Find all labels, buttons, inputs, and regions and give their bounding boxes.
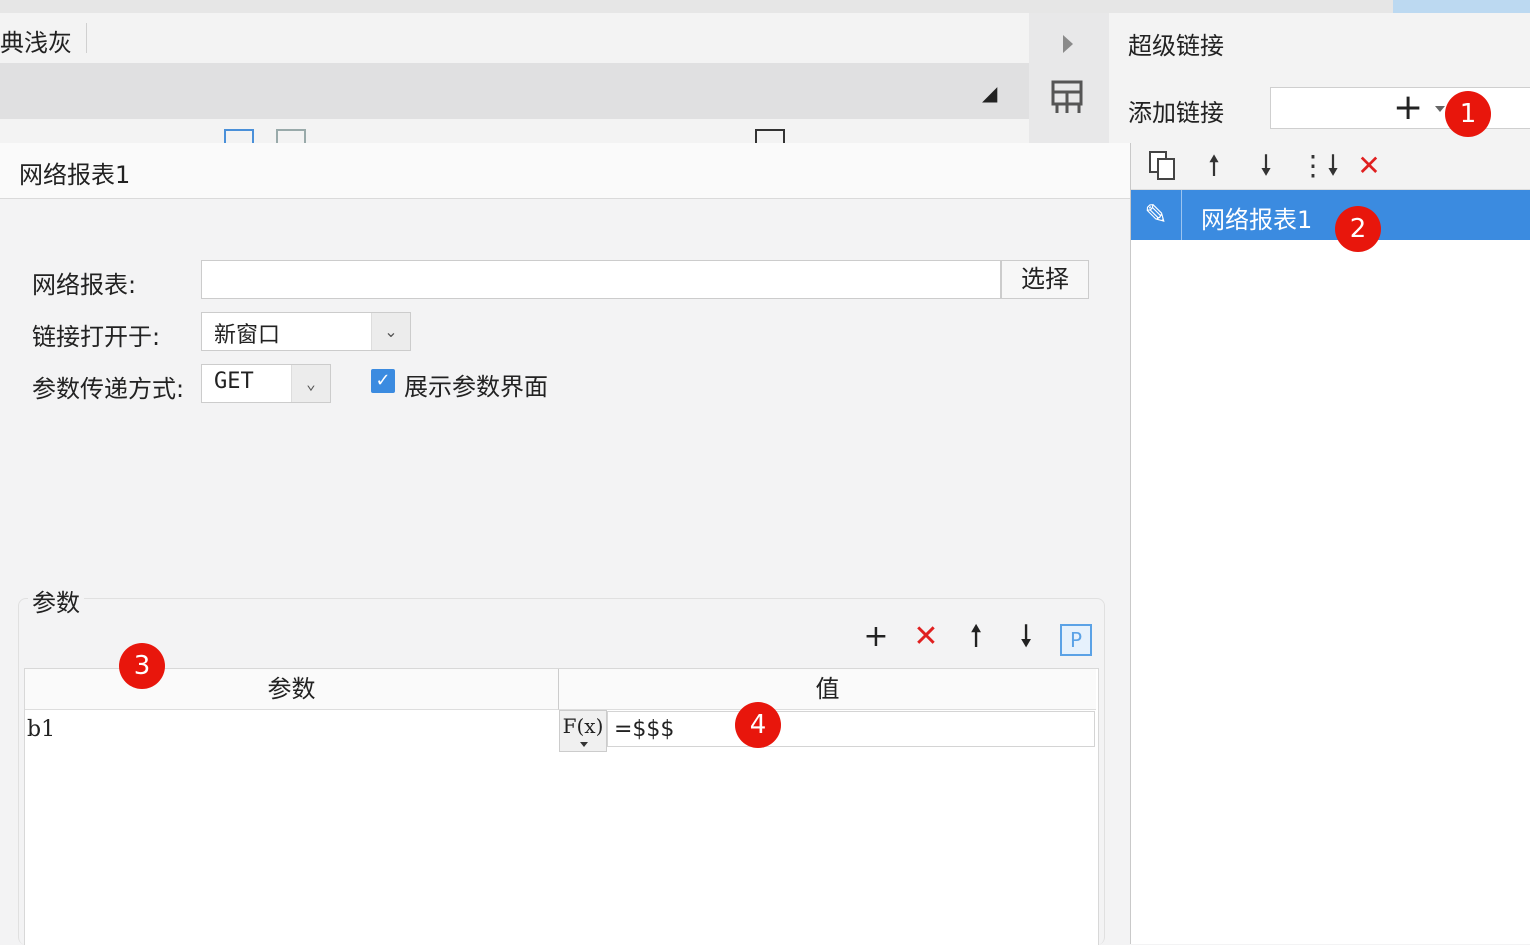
annotation-marker-2: 2 <box>1335 206 1381 252</box>
delete-icon[interactable]: ✕ <box>910 620 942 654</box>
table-icon[interactable] <box>224 129 254 143</box>
open-in-value: 新窗口 <box>214 323 281 348</box>
param-method-select[interactable]: GET ⌄ <box>201 364 331 403</box>
parameter-icon[interactable]: P <box>1060 624 1092 656</box>
open-in-select[interactable]: 新窗口 ⌄ <box>201 312 411 351</box>
param-method-value: GET <box>214 369 254 394</box>
expand-arrow-icon[interactable] <box>1063 35 1073 53</box>
toolbar-dropdown-icon[interactable]: ◢ <box>982 81 997 105</box>
annotation-marker-1: 1 <box>1445 91 1491 137</box>
divider <box>86 23 87 53</box>
select-button[interactable]: 选择 <box>1001 260 1089 299</box>
panel-title: 超级链接 <box>1128 32 1224 60</box>
params-group-title: 参数 <box>28 583 84 618</box>
link-list: 🠕 🠗 ⋮🠗 ✕ ✎ 网络报表1 <box>1130 143 1530 944</box>
frame-icon[interactable] <box>755 129 785 143</box>
show-params-checkbox[interactable]: ✓ <box>371 369 395 393</box>
window-control-area[interactable] <box>1393 0 1530 13</box>
format-toolbar <box>0 119 1029 143</box>
toolbar: ◢ <box>0 63 1029 119</box>
report-input[interactable] <box>201 260 1001 299</box>
link-list-item[interactable]: ✎ 网络报表1 <box>1131 190 1530 240</box>
theme-label[interactable]: 典浅灰 <box>0 23 72 58</box>
chevron-down-icon[interactable]: ⌄ <box>291 365 330 402</box>
add-link-label: 添加链接 <box>1128 99 1224 127</box>
column-header-param[interactable]: 参数 <box>25 669 559 710</box>
cell-attribute-icon[interactable] <box>1051 79 1085 115</box>
arrow-up-icon[interactable]: 🠕 <box>1196 148 1232 184</box>
tab-bar: 网络报表1 <box>0 143 1130 199</box>
annotation-marker-4: 4 <box>735 702 781 748</box>
formula-button[interactable]: F(x) <box>559 710 607 752</box>
plus-icon[interactable]: + <box>860 620 892 654</box>
panel-collapse-strip <box>1029 13 1109 143</box>
chevron-down-icon[interactable]: ⌄ <box>371 313 410 350</box>
open-in-label: 链接打开于: <box>32 323 161 351</box>
report-label: 网络报表: <box>32 271 137 299</box>
chevron-down-icon[interactable] <box>1435 106 1445 112</box>
param-value-input[interactable]: =$$$ <box>607 711 1095 747</box>
formula-label: F(x) <box>562 714 604 738</box>
param-method-label: 参数传递方式: <box>32 375 185 403</box>
sort-icon[interactable]: ⋮🠗 <box>1299 148 1339 184</box>
theme-bar: 典浅灰 <box>0 13 1029 63</box>
add-link-dropdown[interactable]: + <box>1270 87 1530 129</box>
show-params-label[interactable]: 展示参数界面 <box>404 367 548 402</box>
hyperlink-panel-header: 超级链接 <box>1109 13 1530 65</box>
plus-icon[interactable]: + <box>1393 88 1423 128</box>
delete-icon[interactable]: ✕ <box>1351 148 1387 184</box>
annotation-marker-3: 3 <box>119 643 165 689</box>
copy-icon[interactable] <box>1145 148 1181 184</box>
tab-network-report[interactable]: 网络报表1 <box>19 155 130 190</box>
arrow-down-icon[interactable]: 🠗 <box>1010 620 1042 654</box>
pencil-icon[interactable]: ✎ <box>1131 190 1182 240</box>
arrow-down-icon[interactable]: 🠗 <box>1248 148 1284 184</box>
arrow-up-icon[interactable]: 🠕 <box>960 620 992 654</box>
params-table: 参数 值 b1 F(x) =$$$ <box>24 668 1099 945</box>
link-list-toolbar: 🠕 🠗 ⋮🠗 ✕ <box>1131 143 1530 190</box>
title-bar <box>0 0 1530 13</box>
chevron-down-icon <box>580 742 588 747</box>
param-name-cell[interactable]: b1 <box>27 711 557 749</box>
link-item-label: 网络报表1 <box>1201 206 1313 234</box>
grid-icon[interactable] <box>276 129 306 143</box>
column-header-value[interactable]: 值 <box>559 669 1096 710</box>
